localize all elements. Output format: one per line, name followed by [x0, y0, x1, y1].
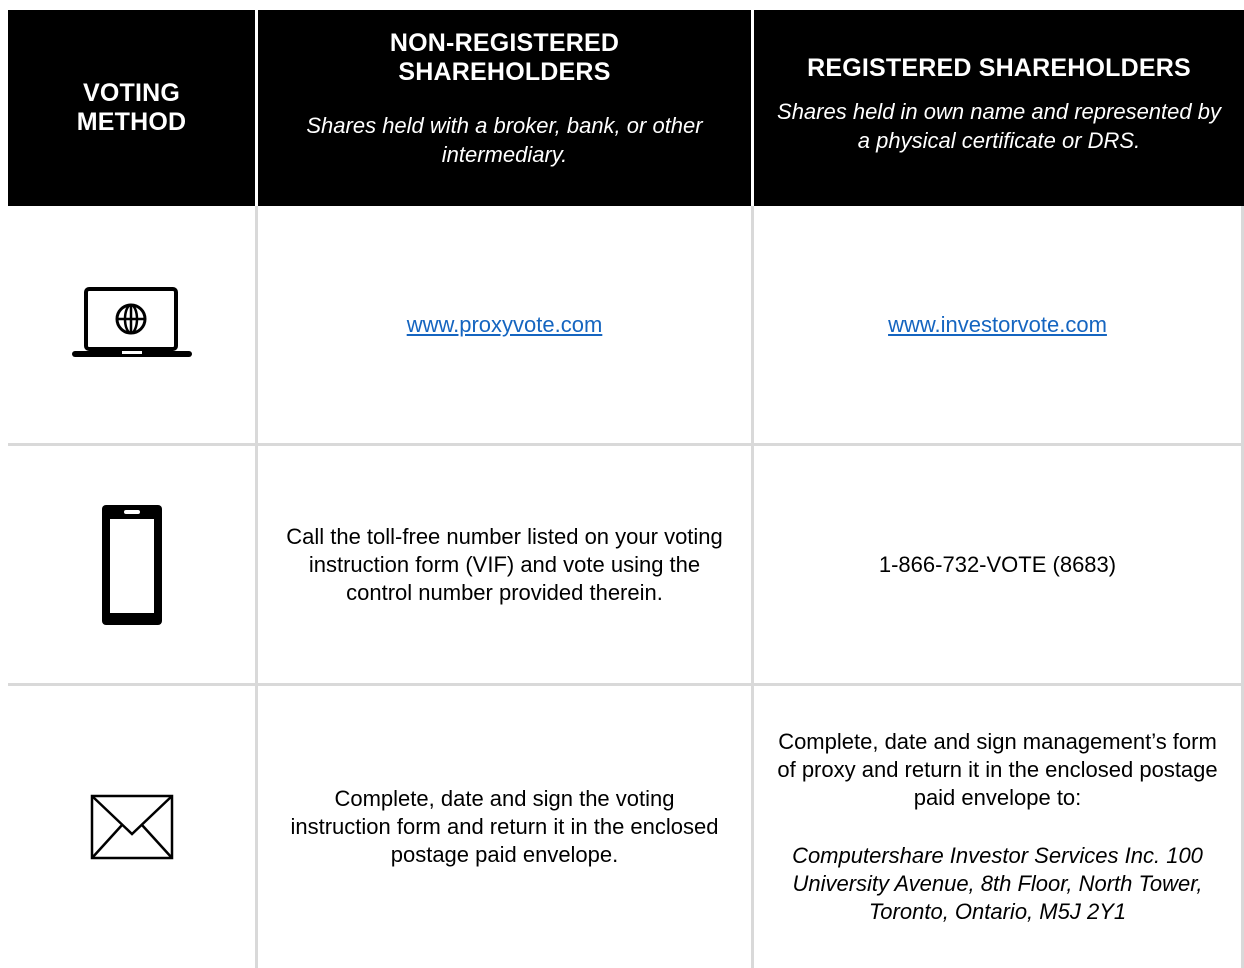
proxyvote-link[interactable]: www.proxyvote.com	[407, 311, 603, 339]
mail-registered: Complete, date and sign management’s for…	[754, 686, 1244, 968]
header-non-registered: NON-REGISTERED SHAREHOLDERS Shares held …	[258, 10, 754, 206]
mobile-phone-icon	[101, 504, 162, 625]
mail-non-registered: Complete, date and sign the voting instr…	[258, 686, 754, 968]
mail-registered-text: Complete, date and sign management’s for…	[777, 729, 1218, 810]
header-non-registered-subtitle: Shares held with a broker, bank, or othe…	[306, 113, 703, 167]
internet-non-registered: www.proxyvote.com	[258, 206, 754, 446]
method-phone	[8, 446, 258, 686]
header-registered-title: REGISTERED SHAREHOLDERS	[807, 53, 1191, 82]
header-voting-method: VOTING METHOD	[8, 10, 258, 206]
mail-registered-address: Computershare Investor Services Inc. 100…	[792, 843, 1203, 924]
envelope-icon	[90, 794, 173, 860]
header-registered-subtitle: Shares held in own name and represented …	[777, 98, 1221, 153]
laptop-globe-icon	[71, 286, 192, 357]
header-non-registered-title: NON-REGISTERED SHAREHOLDERS	[389, 29, 620, 86]
method-internet	[8, 206, 258, 446]
mail-non-registered-text: Complete, date and sign the voting instr…	[290, 786, 719, 867]
header-voting-method-label: VOTING METHOD	[76, 79, 187, 136]
phone-registered: 1-866-732-VOTE (8683)	[754, 446, 1244, 686]
investorvote-link[interactable]: www.investorvote.com	[888, 311, 1107, 339]
internet-registered: www.investorvote.com	[754, 206, 1244, 446]
voting-methods-table: VOTING METHOD NON-REGISTERED SHAREHOLDER…	[8, 10, 1244, 968]
header-registered: REGISTERED SHAREHOLDERS Shares held in o…	[754, 10, 1244, 206]
phone-number-text: 1-866-732-VOTE (8683)	[878, 551, 1117, 577]
phone-non-registered-text: Call the toll-free number listed on your…	[286, 523, 723, 605]
phone-non-registered: Call the toll-free number listed on your…	[258, 446, 754, 686]
method-mail	[8, 686, 258, 968]
